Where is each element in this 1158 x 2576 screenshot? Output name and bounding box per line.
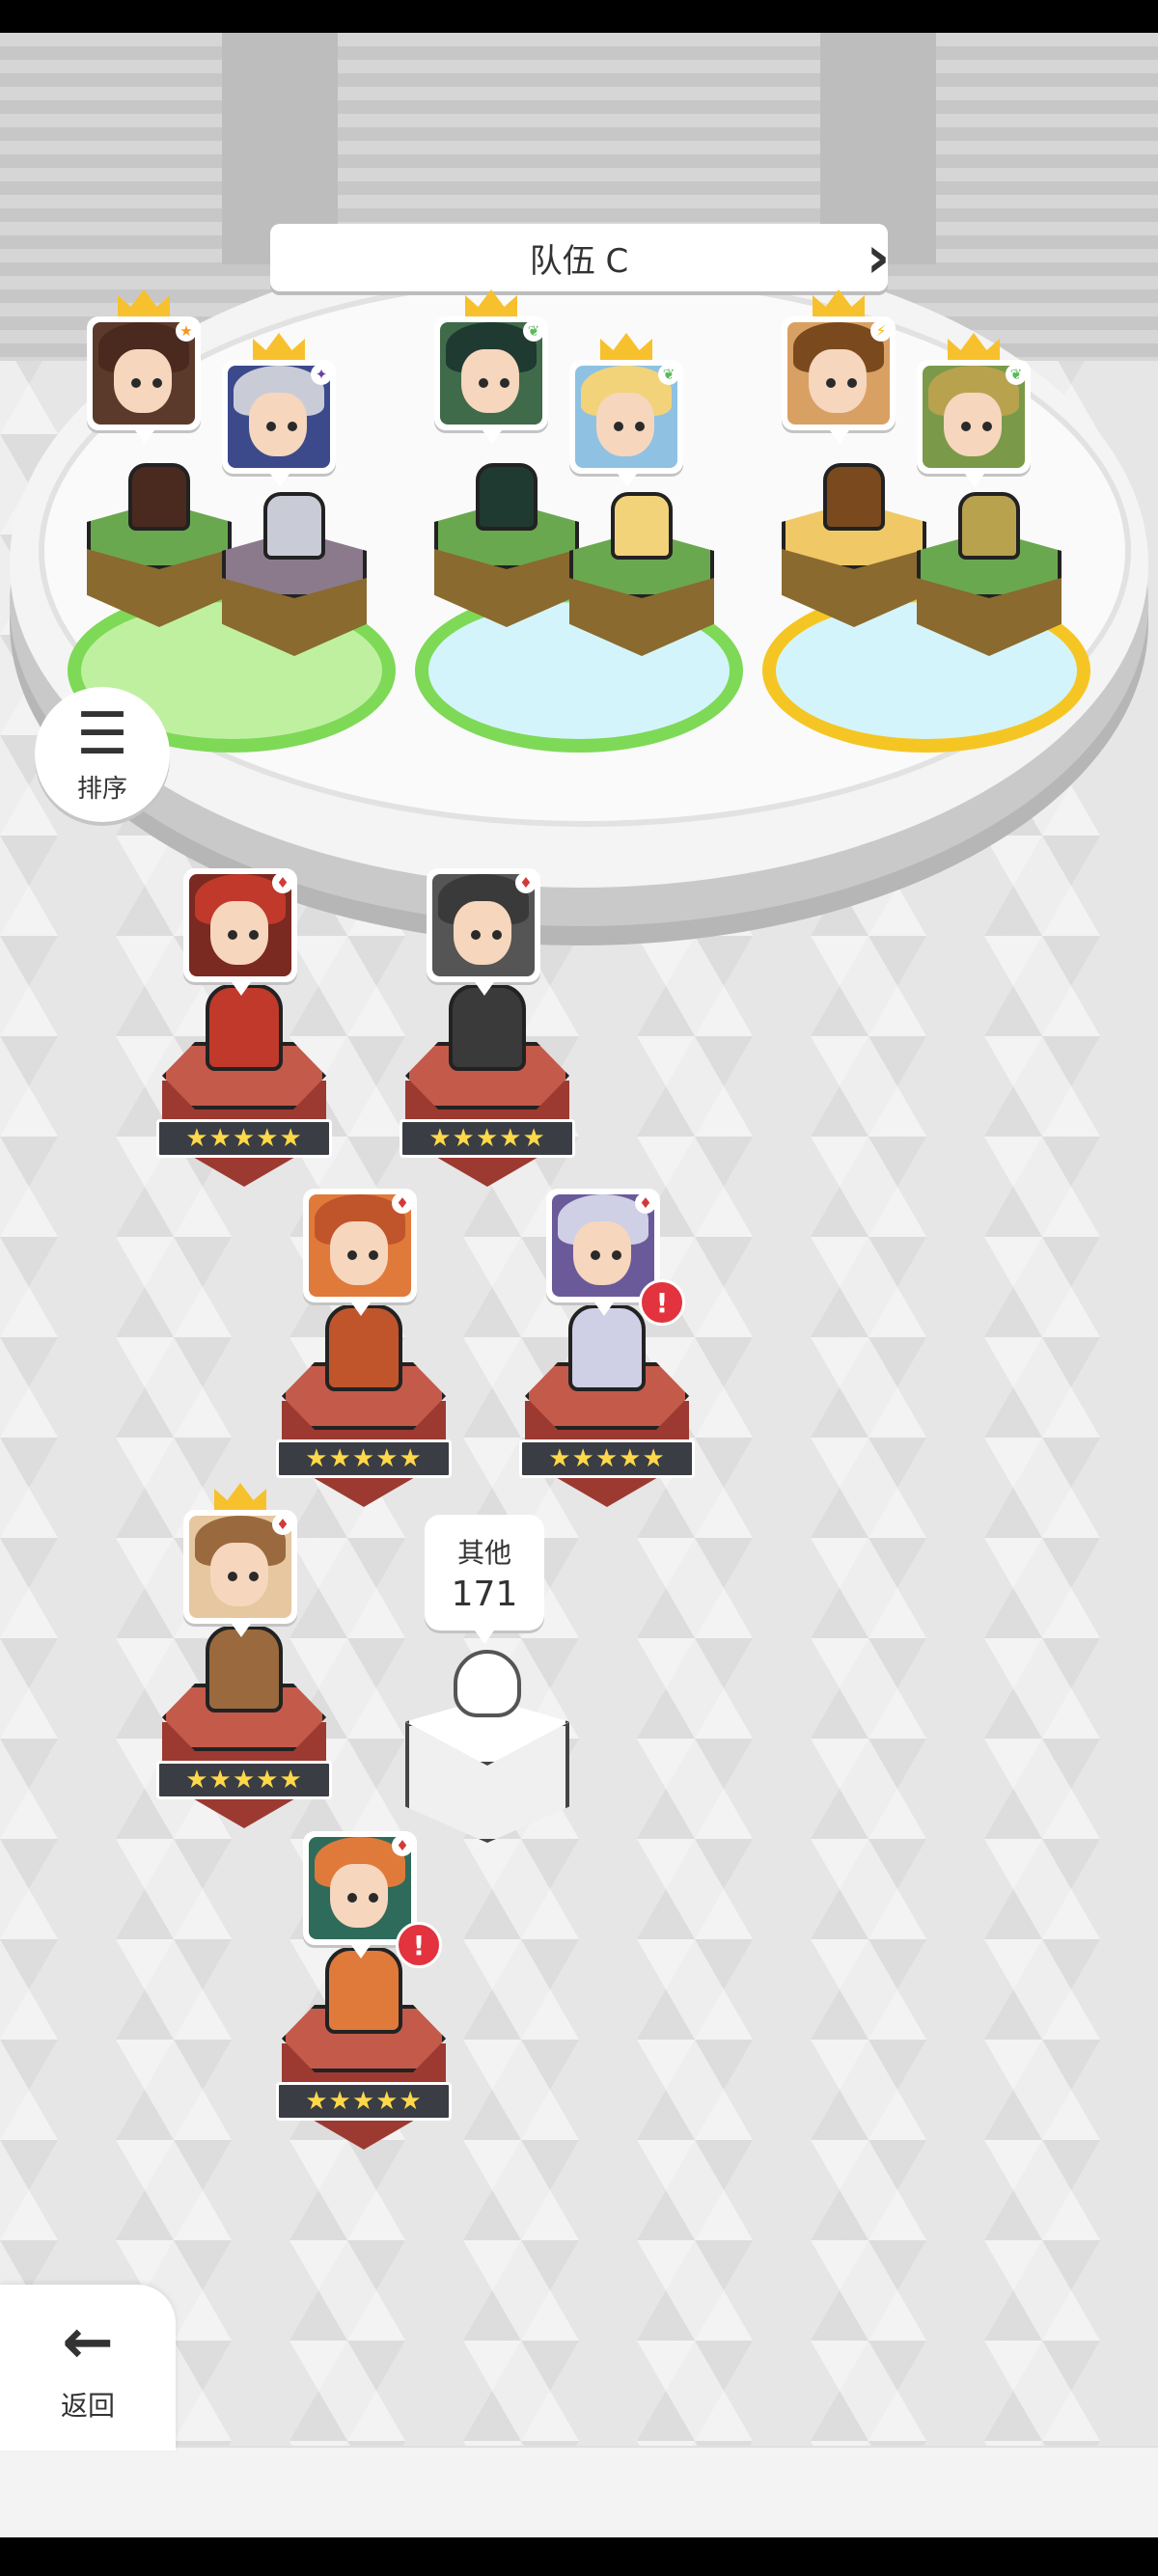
portrait-eye xyxy=(228,930,237,940)
portrait-eye xyxy=(614,422,623,431)
others-bubble[interactable]: 其他 171 xyxy=(425,1515,544,1644)
portrait-face xyxy=(573,1221,631,1285)
portrait-eye xyxy=(131,378,141,388)
footer-strip xyxy=(0,2446,1158,2539)
character-portrait[interactable]: ❦ xyxy=(569,360,683,487)
status-bar xyxy=(0,0,1158,33)
portrait-face xyxy=(330,1864,388,1928)
navigation-bar xyxy=(0,2537,1158,2576)
character-portrait[interactable]: ❦ xyxy=(917,360,1031,487)
star-rating: ★★★★★ xyxy=(519,1439,695,1478)
portrait-face xyxy=(114,349,172,413)
element-badge-icon: ❦ xyxy=(1006,364,1027,385)
portrait-face xyxy=(596,393,654,456)
alert-icon: ! xyxy=(396,1922,442,1968)
character-portrait[interactable]: ♦ xyxy=(427,868,540,996)
character-portrait[interactable]: ❦ xyxy=(434,316,548,444)
character-sprite xyxy=(958,492,1020,560)
sort-icon: ☰ xyxy=(76,699,128,768)
portrait-eye xyxy=(471,930,481,940)
chevron-right-icon[interactable]: › xyxy=(857,224,899,291)
element-badge-icon: ★ xyxy=(176,320,197,342)
portrait-eye xyxy=(492,930,502,940)
star-rating: ★★★★★ xyxy=(276,2082,452,2121)
portrait-eye xyxy=(369,1893,378,1903)
back-label: 返回 xyxy=(60,2390,115,2422)
character-portrait[interactable]: ♦ xyxy=(183,1510,297,1637)
unknown-character-icon xyxy=(454,1650,521,1717)
portrait-face xyxy=(249,393,307,456)
portrait-eye xyxy=(249,1572,259,1581)
portrait-face xyxy=(210,1543,268,1606)
portrait-eye xyxy=(591,1250,600,1260)
character-sprite xyxy=(449,984,526,1071)
portrait-eye xyxy=(288,422,297,431)
portrait-eye xyxy=(826,378,836,388)
character-sprite xyxy=(476,463,538,531)
element-badge-icon: ♦ xyxy=(515,872,537,893)
sort-label: 排序 xyxy=(76,774,127,804)
portrait-eye xyxy=(152,378,162,388)
star-rating: ★★★★★ xyxy=(156,1761,332,1799)
portrait-eye xyxy=(249,930,259,940)
character-sprite xyxy=(823,463,885,531)
portrait-eye xyxy=(369,1250,378,1260)
sort-button[interactable]: ☰ 排序 xyxy=(35,687,170,822)
star-rating: ★★★★★ xyxy=(276,1439,452,1478)
portrait-eye xyxy=(982,422,992,431)
character-sprite xyxy=(206,1626,283,1713)
character-portrait[interactable]: ♦ xyxy=(303,1831,417,1959)
character-sprite xyxy=(263,492,325,560)
others-pedestal[interactable] xyxy=(405,1698,569,1843)
portrait-eye xyxy=(500,378,510,388)
character-portrait[interactable]: ⚡ xyxy=(782,316,896,444)
team-title: 队伍 C xyxy=(270,224,888,291)
character-portrait[interactable]: ♦ xyxy=(546,1189,660,1316)
portrait-eye xyxy=(347,1250,357,1260)
element-badge-icon: ⚡ xyxy=(870,320,892,342)
portrait-eye xyxy=(228,1572,237,1581)
element-badge-icon: ♦ xyxy=(392,1192,413,1214)
portrait-eye xyxy=(347,1893,357,1903)
portrait-eye xyxy=(612,1250,621,1260)
character-sprite xyxy=(128,463,190,531)
element-badge-icon: ♦ xyxy=(635,1192,656,1214)
character-portrait[interactable]: ♦ xyxy=(303,1189,417,1316)
portrait-face xyxy=(944,393,1002,456)
portrait-face xyxy=(454,901,511,965)
character-sprite xyxy=(568,1304,646,1391)
arrow-left-icon: ← xyxy=(62,2307,114,2378)
element-badge-icon: ❦ xyxy=(658,364,679,385)
element-badge-icon: ❦ xyxy=(523,320,544,342)
character-sprite xyxy=(325,1947,402,2034)
star-rating: ★★★★★ xyxy=(400,1119,575,1158)
character-sprite xyxy=(206,984,283,1071)
portrait-eye xyxy=(847,378,857,388)
portrait-face xyxy=(330,1221,388,1285)
element-badge-icon: ✦ xyxy=(311,364,332,385)
portrait-face xyxy=(210,901,268,965)
portrait-eye xyxy=(961,422,971,431)
portrait-face xyxy=(809,349,867,413)
character-portrait[interactable]: ♦ xyxy=(183,868,297,996)
portrait-eye xyxy=(479,378,488,388)
alert-icon: ! xyxy=(639,1279,685,1326)
character-portrait[interactable]: ★ xyxy=(87,316,201,444)
character-sprite xyxy=(325,1304,402,1391)
character-portrait[interactable]: ✦ xyxy=(222,360,336,487)
element-badge-icon: ♦ xyxy=(272,872,293,893)
portrait-eye xyxy=(635,422,645,431)
character-sprite xyxy=(611,492,673,560)
portrait-face xyxy=(461,349,519,413)
team-title-label: 队伍 C xyxy=(529,241,629,281)
others-label: 其他 xyxy=(456,1536,511,1569)
others-count: 171 xyxy=(451,1574,518,1614)
star-rating: ★★★★★ xyxy=(156,1119,332,1158)
back-button[interactable]: ← 返回 xyxy=(0,2285,176,2451)
portrait-eye xyxy=(266,422,276,431)
element-badge-icon: ♦ xyxy=(272,1514,293,1535)
